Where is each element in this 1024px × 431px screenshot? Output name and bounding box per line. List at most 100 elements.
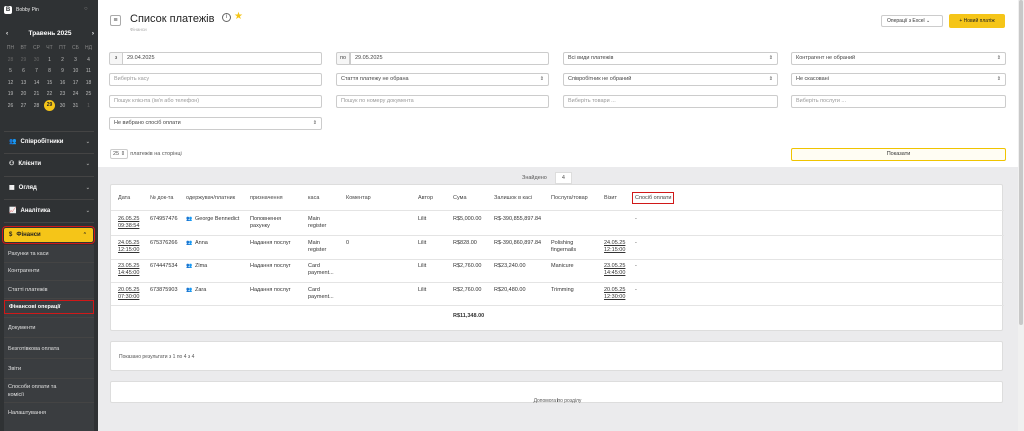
- header-cashbox[interactable]: каса: [308, 195, 319, 201]
- header-service[interactable]: Послуга/товар: [551, 195, 588, 201]
- nav-analytics[interactable]: 📈 Аналітика ⌄: [0, 207, 98, 215]
- calendar-day[interactable]: 23: [56, 90, 69, 98]
- calendar-day[interactable]: 31: [69, 102, 82, 110]
- scrollbar-thumb[interactable]: [1019, 0, 1023, 325]
- row-visit-time[interactable]: 12:30:00: [604, 294, 625, 301]
- header-author[interactable]: Автор: [418, 195, 433, 201]
- menu-icon[interactable]: ≡: [110, 15, 121, 26]
- row-time[interactable]: 09:38:54: [118, 223, 139, 230]
- submenu-payment-articles[interactable]: Статті платежів: [8, 287, 48, 293]
- header-comment[interactable]: Коментар: [346, 195, 371, 201]
- header-payer[interactable]: одержувач/платник: [186, 195, 235, 201]
- row-date[interactable]: 20.05.25: [118, 287, 139, 294]
- row-date[interactable]: 26.05.25: [118, 216, 139, 223]
- row-visit-time[interactable]: 14:45:00: [604, 270, 625, 277]
- help-section[interactable]: ℹ Допомога по розділу: [110, 381, 1003, 404]
- nav-overview[interactable]: ▦ Огляд ⌄: [0, 184, 98, 192]
- submenu-payment-methods[interactable]: Способи оплати та: [8, 384, 56, 390]
- calendar-day[interactable]: 21: [30, 90, 43, 98]
- row-time[interactable]: 12:15:00: [118, 247, 139, 254]
- client-search-input[interactable]: Пошук клієнта (ім'я або телефон): [109, 95, 322, 108]
- calendar-day[interactable]: 12: [4, 79, 17, 87]
- calendar-day[interactable]: 16: [56, 79, 69, 87]
- info-icon[interactable]: i: [222, 13, 231, 22]
- counterparty-select[interactable]: Контрагент не обраний ⇕: [791, 52, 1006, 65]
- calendar-day[interactable]: 9: [56, 67, 69, 75]
- star-icon[interactable]: ★: [234, 11, 243, 22]
- submenu-counterparties[interactable]: Контрагенти: [8, 268, 40, 274]
- header-sum[interactable]: Сума: [453, 195, 467, 201]
- row-visit-time[interactable]: 12:15:00: [604, 247, 625, 254]
- calendar-day[interactable]: 1: [82, 102, 95, 110]
- submenu-documents[interactable]: Документи: [8, 325, 35, 331]
- calendar-day[interactable]: 29: [44, 100, 55, 111]
- calendar-day[interactable]: 25: [82, 90, 95, 98]
- row-time[interactable]: 07:30:00: [118, 294, 139, 301]
- calendar-day[interactable]: 5: [4, 67, 17, 75]
- row-visit-date[interactable]: 23.05.25: [604, 263, 625, 270]
- calendar-day[interactable]: 6: [17, 67, 30, 75]
- employee-select[interactable]: Співробітник не обраний ⇕: [563, 73, 778, 86]
- nav-employees[interactable]: 👥 Співробітники ⌄: [0, 138, 98, 146]
- header-payment-method[interactable]: Спосіб оплати: [631, 192, 675, 204]
- goods-select[interactable]: Виберіть товари ...: [563, 95, 778, 108]
- header-balance[interactable]: Залишок в касі: [494, 195, 532, 201]
- calendar-day[interactable]: 1: [43, 56, 56, 64]
- row-date[interactable]: 24.05.25: [118, 240, 139, 247]
- nav-clients[interactable]: ⚇ Клієнти ⌄: [0, 160, 98, 168]
- payment-types-select[interactable]: Всі види платежів ⇕: [563, 52, 778, 65]
- per-page-select[interactable]: 25 ⇕: [110, 149, 129, 159]
- row-visit-date[interactable]: 20.05.25: [604, 287, 625, 294]
- calendar-day[interactable]: 15: [43, 79, 56, 87]
- calendar-day[interactable]: 4: [82, 56, 95, 64]
- calendar-day[interactable]: 11: [82, 67, 95, 75]
- circle-icon[interactable]: ○: [84, 6, 88, 12]
- calendar-day[interactable]: 2: [56, 56, 69, 64]
- payment-article-select[interactable]: Стаття платежу не обрана ⇕: [336, 73, 549, 86]
- calendar-day[interactable]: 30: [56, 102, 69, 110]
- header-purpose[interactable]: призначення: [250, 195, 283, 201]
- services-select[interactable]: Виберіть послуги ...: [791, 95, 1006, 108]
- calendar-day[interactable]: 3: [69, 56, 82, 64]
- calendar-day[interactable]: 28: [30, 102, 43, 110]
- calendar-day[interactable]: 20: [17, 90, 30, 98]
- calendar-next-icon[interactable]: ›: [92, 30, 94, 37]
- calendar-day[interactable]: 22: [43, 90, 56, 98]
- document-search-input[interactable]: Пошук по номеру документа: [336, 95, 549, 108]
- header-doc-number[interactable]: № док-та: [150, 195, 173, 201]
- calendar-day[interactable]: 19: [4, 90, 17, 98]
- calendar-day[interactable]: 18: [82, 79, 95, 87]
- header-visit[interactable]: Візит: [604, 195, 617, 201]
- calendar-day[interactable]: 14: [30, 79, 43, 87]
- calendar-day[interactable]: 13: [17, 79, 30, 87]
- calendar-day[interactable]: 29: [17, 56, 30, 64]
- nav-finance[interactable]: $ Фінанси ⌃: [2, 226, 95, 244]
- submenu-settings[interactable]: Налаштування: [8, 410, 46, 416]
- to-date-input[interactable]: 29.05.2025: [350, 52, 549, 65]
- new-payment-button[interactable]: + Новий платіж: [949, 14, 1005, 28]
- calendar-day[interactable]: 17: [69, 79, 82, 87]
- calendar-day[interactable]: 7: [30, 67, 43, 75]
- row-visit-date[interactable]: 24.05.25: [604, 240, 625, 247]
- calendar-day[interactable]: 8: [43, 67, 56, 75]
- app-logo[interactable]: B Bobby Pin: [4, 6, 39, 14]
- from-date-input[interactable]: 29.04.2025: [122, 52, 322, 65]
- calendar-prev-icon[interactable]: ‹: [6, 30, 8, 37]
- calendar-day[interactable]: 24: [69, 90, 82, 98]
- submenu-payment-methods-2[interactable]: комісії: [8, 392, 24, 398]
- submenu-cashless[interactable]: Безготівкова оплата: [8, 346, 59, 352]
- submenu-reports[interactable]: Звіти: [8, 366, 21, 372]
- cancelled-select[interactable]: Не скасовані ⇕: [791, 73, 1006, 86]
- calendar-day[interactable]: 28: [4, 56, 17, 64]
- calendar-day[interactable]: 27: [17, 102, 30, 110]
- submenu-accounts[interactable]: Рахунки та каси: [8, 251, 49, 257]
- show-button[interactable]: Показати: [791, 148, 1006, 161]
- calendar-day[interactable]: 26: [4, 102, 17, 110]
- breadcrumb[interactable]: Фінанси: [130, 27, 147, 32]
- calendar-day[interactable]: 30: [30, 56, 43, 64]
- cashbox-select[interactable]: Виберіть касу: [109, 73, 322, 86]
- payment-method-select[interactable]: Не вибрано спосіб оплати ⇕: [109, 117, 322, 130]
- row-date[interactable]: 23.05.25: [118, 263, 139, 270]
- calendar-day[interactable]: 10: [69, 67, 82, 75]
- submenu-financial-operations[interactable]: Фінансові операції: [4, 300, 94, 314]
